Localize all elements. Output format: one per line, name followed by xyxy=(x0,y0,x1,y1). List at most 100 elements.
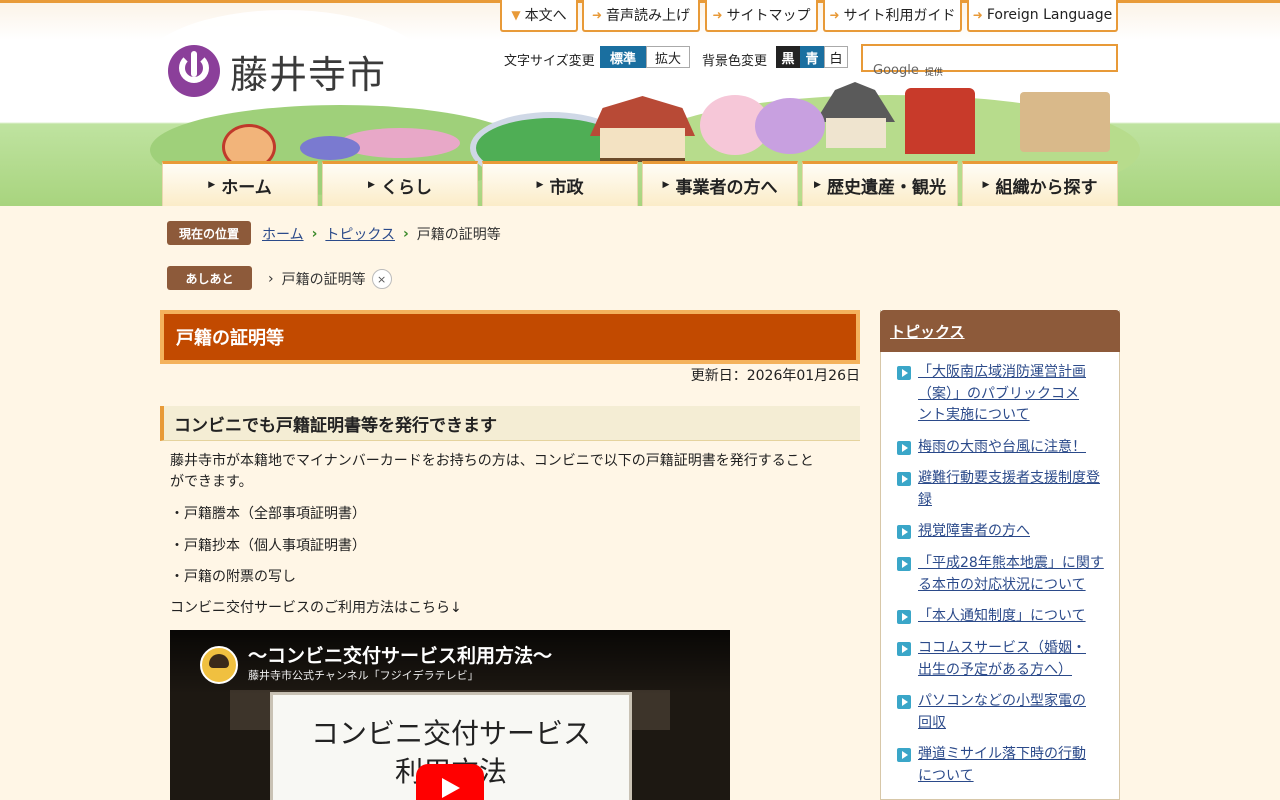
nav-business[interactable]: ▶ 事業者の方へ xyxy=(642,161,798,206)
nav-living-label: くらし xyxy=(380,177,432,198)
topic-link[interactable]: 視覚障害者の方へ xyxy=(918,521,1030,543)
list-arrow-icon xyxy=(897,366,911,380)
topic-link[interactable]: ココムスサービス（婚姻・ 出生の予定がある方へ） xyxy=(918,638,1086,681)
topic-list-item: 弾道ミサイル落下時の行動 について xyxy=(897,744,1107,787)
nav-heritage-tourism-label: 歴史遺産・観光 xyxy=(826,177,946,198)
topic-list-item: 「大阪南広域消防運営計画 （案）」のパブリックコメ ント実施について xyxy=(897,362,1107,427)
video-channel[interactable]: 藤井寺市公式チャンネル「フジイデラテレビ」 xyxy=(248,667,479,683)
festival-float-illustration xyxy=(1020,92,1110,152)
topic-link[interactable]: 「本人通知制度」について xyxy=(918,606,1086,628)
arrow-right-icon: ▶ xyxy=(208,180,216,190)
topic-list-item: ココムスサービス（婚姻・ 出生の予定がある方へ） xyxy=(897,638,1107,681)
youtube-video-embed[interactable]: コンビニ交付サービス 利用方法 ～コンビニ交付サービス利用方法～ 藤井寺市公式チ… xyxy=(170,630,730,800)
topic-link-line: （案）」のパブリックコメ xyxy=(918,385,1079,402)
sitemap-label: サイトマップ xyxy=(726,8,811,24)
chevron-right-icon: › xyxy=(402,226,409,242)
google-branding: Google 提供 xyxy=(873,63,943,78)
topic-link-line: る本市の対応状況について xyxy=(918,576,1086,593)
nav-living[interactable]: ▶ くらし xyxy=(322,161,478,206)
nav-heritage-tourism[interactable]: ▶ 歴史遺産・観光 xyxy=(802,161,958,206)
flower-illustration xyxy=(300,136,360,160)
chevron-right-icon: › xyxy=(311,226,318,242)
arrow-right-icon: ➜ xyxy=(591,8,603,22)
video-board-text: コンビニ交付サービス xyxy=(310,717,591,750)
video-title[interactable]: ～コンビニ交付サービス利用方法～ xyxy=(248,641,552,668)
intro-text-line: 藤井寺市が本籍地でマイナンバーカードをお持ちの方は、コンビニで以下の戸籍証明書を… xyxy=(170,453,814,469)
topic-list-item: 梅雨の大雨や台風に注意！ xyxy=(897,437,1107,459)
provided-by-text: 提供 xyxy=(924,68,943,78)
bg-black-button[interactable]: 黒 xyxy=(776,46,800,68)
topic-link-line: ココムスサービス（婚姻・ xyxy=(918,640,1086,656)
close-icon[interactable]: × xyxy=(371,269,392,289)
read-aloud-button[interactable]: ➜ 音声読み上げ xyxy=(582,0,700,32)
font-size-standard-button[interactable]: 標準 xyxy=(600,46,646,68)
breadcrumb-home-link[interactable]: ホーム xyxy=(262,224,304,244)
breadcrumb: ホーム › トピックス › 戸籍の証明等 xyxy=(262,224,501,244)
nav-home-label: ホーム xyxy=(221,177,272,198)
chevron-right-icon: › xyxy=(268,271,274,287)
festival-float-illustration xyxy=(905,88,975,154)
topic-link-line: 弾道ミサイル落下時の行動 xyxy=(918,746,1086,762)
site-guide-button[interactable]: ➜ サイト利用ガイド xyxy=(823,0,962,32)
nav-organization-label: 組織から探す xyxy=(995,177,1098,198)
nav-home[interactable]: ▶ ホーム xyxy=(162,161,318,206)
sidebar-title-link[interactable]: トピックス xyxy=(890,321,965,342)
play-icon[interactable] xyxy=(416,764,484,800)
site-search-input[interactable]: Google 提供 xyxy=(861,44,1118,78)
down-arrow-icon: ▼ xyxy=(511,8,521,22)
topic-list-item: 避難行動要支援者支援制度登録 xyxy=(897,468,1107,511)
topic-link-line: 「本人通知制度」について xyxy=(918,608,1086,624)
list-arrow-icon xyxy=(897,748,911,762)
site-guide-label: サイト利用ガイド xyxy=(843,8,956,24)
google-brand-text: Google xyxy=(873,63,919,78)
breadcrumb-topics-link[interactable]: トピックス xyxy=(325,224,395,244)
nav-business-label: 事業者の方へ xyxy=(675,177,778,198)
font-size-large-button[interactable]: 拡大 xyxy=(646,46,690,68)
arrow-right-icon: ▶ xyxy=(662,180,670,190)
bg-blue-button[interactable]: 青 xyxy=(800,46,824,68)
nav-city-admin-label: 市政 xyxy=(549,177,584,198)
topic-list-item: パソコンなどの小型家電の 回収 xyxy=(897,691,1107,734)
topic-link[interactable]: 避難行動要支援者支援制度登録 xyxy=(918,468,1100,511)
skip-to-content-button[interactable]: ▼ 本文へ xyxy=(500,0,578,32)
arrow-right-icon: ➜ xyxy=(712,8,723,22)
topic-link[interactable]: 弾道ミサイル落下時の行動 について xyxy=(918,744,1086,787)
foreign-language-button[interactable]: ➜ Foreign Language xyxy=(967,0,1118,32)
read-aloud-label: 音声読み上げ xyxy=(606,8,691,24)
sitemap-button[interactable]: ➜ サイトマップ xyxy=(705,0,818,32)
topic-link-line: 出生の予定がある方へ） xyxy=(918,661,1072,678)
sidebar-heading: トピックス xyxy=(880,310,1120,352)
topic-link[interactable]: パソコンなどの小型家電の 回収 xyxy=(918,691,1086,734)
shrine-illustration xyxy=(600,128,685,162)
font-size-label: 文字サイズ変更 xyxy=(504,54,595,69)
arrow-right-icon: ➜ xyxy=(829,8,840,22)
list-arrow-icon xyxy=(897,472,911,486)
topic-link-line: について xyxy=(918,767,974,784)
topic-link-line: ント実施について xyxy=(918,407,1030,423)
accessibility-tools: 文字サイズ変更 標準 拡大 背景色変更 黒 青 白 xyxy=(492,44,854,72)
footprint-item[interactable]: 戸籍の証明等 xyxy=(282,269,366,289)
global-navigation: ▶ ホーム ▶ くらし ▶ 市政 ▶ 事業者の方へ ▶ 歴史遺産・観光 ▶ 組織から探す xyxy=(162,161,1119,206)
nav-organization[interactable]: ▶ 組織から探す xyxy=(962,161,1118,206)
breadcrumb-current: 戸籍の証明等 xyxy=(416,227,501,243)
channel-avatar[interactable] xyxy=(200,646,238,684)
nav-city-admin[interactable]: ▶ 市政 xyxy=(482,161,638,206)
topic-list-item: 「本人通知制度」について xyxy=(897,606,1107,628)
bg-white-button[interactable]: 白 xyxy=(824,46,848,68)
footprint-label: あしあと xyxy=(167,266,252,290)
temple-illustration xyxy=(826,118,886,148)
topic-link-line: 回収 xyxy=(918,714,946,731)
list-item: ・戸籍抄本（個人事項証明書） xyxy=(170,538,366,554)
topic-link[interactable]: 「大阪南広域消防運営計画 （案）」のパブリックコメ ント実施について xyxy=(918,362,1086,427)
topic-link-line: 録 xyxy=(918,491,932,508)
list-arrow-icon xyxy=(897,557,911,571)
flower-illustration xyxy=(755,98,825,154)
site-logo[interactable]: 藤井寺市 xyxy=(168,44,386,98)
arrow-right-icon: ➜ xyxy=(972,8,983,22)
topic-list-item: 「平成28年熊本地震」に関す る本市の対応状況について xyxy=(897,553,1107,596)
topic-link[interactable]: 梅雨の大雨や台風に注意！ xyxy=(918,437,1086,459)
city-logo-icon xyxy=(168,45,220,97)
topic-link-line: 梅雨の大雨や台風に注意！ xyxy=(918,439,1086,455)
arrow-right-icon: ▶ xyxy=(368,180,375,190)
topic-link[interactable]: 「平成28年熊本地震」に関す る本市の対応状況について xyxy=(918,553,1104,596)
